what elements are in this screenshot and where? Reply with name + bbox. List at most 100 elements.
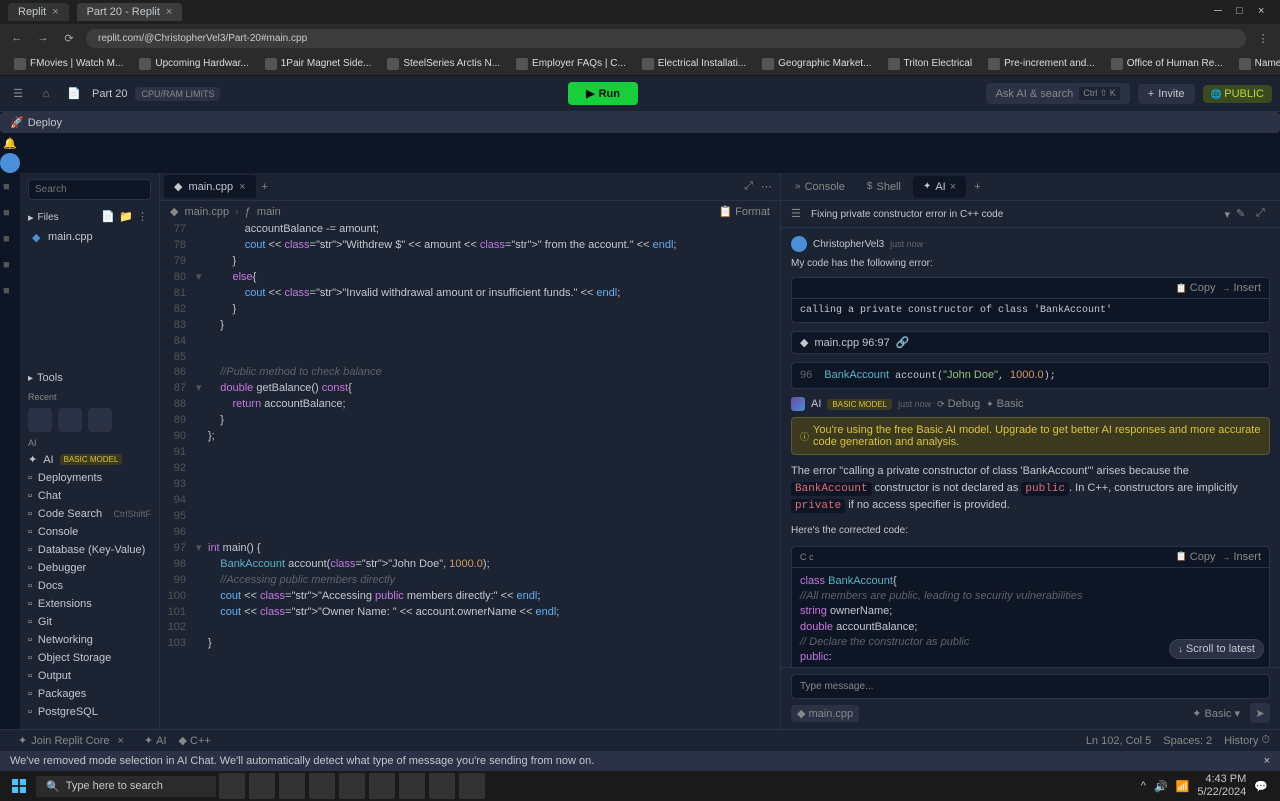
tool-item[interactable]: ▫Debugger (20, 559, 159, 577)
file-item[interactable]: ◆main.cpp (20, 228, 159, 246)
mode-selector[interactable]: ✦ Basic ▾ (1192, 707, 1240, 720)
cpu-badge[interactable]: CPU/RAM LIMITS (135, 87, 220, 101)
file-search-input[interactable] (28, 179, 151, 200)
taskbar-app[interactable] (429, 773, 455, 799)
taskbar-search[interactable]: 🔍 Type here to search (36, 776, 216, 797)
copy-button[interactable]: 📋 Copy (1176, 551, 1216, 563)
recent-tool[interactable] (28, 408, 52, 432)
bookmark[interactable]: FMovies | Watch M... (8, 56, 129, 72)
insert-button[interactable]: → Insert (1221, 551, 1261, 563)
forward-icon[interactable]: → (34, 29, 52, 47)
tool-item[interactable]: ▫Database (Key-Value) (20, 541, 159, 559)
tab-ai[interactable]: ✦ AI × (913, 176, 966, 198)
close-icon[interactable]: × (166, 6, 172, 18)
activity-icon[interactable]: ■ (3, 259, 17, 273)
menu-icon[interactable]: ☰ (791, 207, 805, 221)
tool-item[interactable]: ▫Console (20, 523, 159, 541)
tool-item[interactable]: ▫Networking (20, 631, 159, 649)
new-file-icon[interactable]: 📄 (101, 210, 115, 224)
tool-item[interactable]: ▫Packages (20, 685, 159, 703)
deploy-button[interactable]: 🚀 Deploy (0, 112, 1280, 133)
code-editor[interactable]: 77 accountBalance -= amount;78 cout << c… (160, 222, 780, 729)
tool-item[interactable]: ▫Git (20, 613, 159, 631)
status-lang[interactable]: ◆ C++ (179, 734, 211, 747)
search-input[interactable]: Ask AI & searchCtrl ⇧ K (986, 83, 1130, 104)
tab-console[interactable]: » Console (785, 176, 855, 198)
taskbar-app[interactable] (249, 773, 275, 799)
bookmark[interactable]: Name Determinatio... (1233, 56, 1280, 72)
tool-item[interactable]: ▫Chat (20, 487, 159, 505)
upgrade-banner[interactable]: ⓘ You're using the free Basic AI model. … (791, 417, 1270, 455)
bookmark[interactable]: 1Pair Magnet Side... (259, 56, 378, 72)
context-file[interactable]: ◆ main.cpp (791, 705, 859, 722)
taskbar-app[interactable] (219, 773, 245, 799)
recent-tool[interactable] (58, 408, 82, 432)
chat-input[interactable]: Type message... (791, 674, 1270, 699)
new-folder-icon[interactable]: 📁 (119, 210, 133, 224)
format-button[interactable]: 📋 Format (718, 205, 770, 218)
close-icon[interactable]: × (239, 181, 245, 193)
bookmark[interactable]: SteelSeries Arctis N... (381, 56, 506, 72)
taskbar-app[interactable] (459, 773, 485, 799)
cursor-position[interactable]: Ln 102, Col 5 (1086, 735, 1151, 747)
activity-icon[interactable]: ■ (3, 181, 17, 195)
join-core-button[interactable]: ✦ Join Replit Core × (10, 732, 132, 749)
reload-icon[interactable]: ⟳ (60, 29, 78, 47)
back-icon[interactable]: ← (8, 29, 26, 47)
avatar[interactable] (0, 153, 20, 173)
bookmark[interactable]: Employer FAQs | C... (510, 56, 632, 72)
bookmark[interactable]: Triton Electrical (882, 56, 979, 72)
start-button[interactable] (4, 773, 34, 799)
new-tab-icon[interactable]: + (968, 181, 986, 193)
more-icon[interactable]: ⋯ (757, 176, 776, 197)
bookmark[interactable]: Geographic Market... (756, 56, 877, 72)
tool-item[interactable]: ▫PostgreSQL (20, 703, 159, 721)
bookmark[interactable]: Office of Human Re... (1105, 56, 1229, 72)
tool-item[interactable]: ▫Extensions (20, 595, 159, 613)
new-tab-icon[interactable]: + (256, 181, 274, 193)
close-icon[interactable]: × (52, 6, 58, 18)
browser-tab[interactable]: Replit× (8, 3, 69, 21)
activity-icon[interactable]: ■ (3, 233, 17, 247)
extensions-icon[interactable]: ⋮ (1254, 29, 1272, 47)
more-icon[interactable]: ⋮ (137, 210, 151, 224)
send-button[interactable]: ➤ (1250, 703, 1270, 723)
taskbar-app[interactable] (369, 773, 395, 799)
expand-icon[interactable]: ⤢ (1256, 207, 1270, 221)
tool-item[interactable]: ▫Output (20, 667, 159, 685)
tool-item[interactable]: ▫Deployments (20, 469, 159, 487)
debug-button[interactable]: ⟳ Debug (937, 398, 980, 410)
tab-shell[interactable]: $ Shell (857, 176, 911, 198)
insert-button[interactable]: → Insert (1221, 282, 1261, 294)
visibility-badge[interactable]: 🌐 PUBLIC (1203, 85, 1272, 103)
editor-tab[interactable]: ◆main.cpp× (164, 175, 256, 198)
history-button[interactable]: History ⏱ (1224, 734, 1270, 747)
invite-button[interactable]: + Invite (1138, 84, 1195, 104)
tools-header[interactable]: ▸ Tools (20, 366, 159, 390)
copy-button[interactable]: 📋 Copy (1176, 282, 1216, 294)
home-icon[interactable]: ⌂ (36, 84, 56, 104)
close-icon[interactable]: × (1258, 5, 1272, 19)
taskbar-app[interactable] (339, 773, 365, 799)
expand-icon[interactable]: ⤢ (740, 176, 757, 197)
minimize-icon[interactable]: ─ (1214, 5, 1228, 19)
tool-item[interactable]: ▫Docs (20, 577, 159, 595)
new-chat-icon[interactable]: ✎ (1236, 207, 1250, 221)
taskbar-app[interactable] (279, 773, 305, 799)
activity-icon[interactable]: ■ (3, 207, 17, 221)
tool-ai[interactable]: ✦AI BASIC MODEL (20, 450, 159, 469)
basic-button[interactable]: ✦ Basic (986, 398, 1023, 410)
menu-icon[interactable]: ☰ (8, 84, 28, 104)
close-icon[interactable]: × (1264, 755, 1270, 767)
scroll-latest-button[interactable]: ↓ Scroll to latest (1169, 639, 1264, 659)
file-reference[interactable]: ◆main.cpp 96:97🔗 (791, 331, 1270, 354)
bookmark[interactable]: Electrical Installati... (636, 56, 752, 72)
taskbar-app[interactable] (399, 773, 425, 799)
activity-icon[interactable]: ■ (3, 285, 17, 299)
bookmark[interactable]: Upcoming Hardwar... (133, 56, 254, 72)
recent-tool[interactable] (88, 408, 112, 432)
maximize-icon[interactable]: □ (1236, 5, 1250, 19)
bookmark[interactable]: Pre-increment and... (982, 56, 1101, 72)
taskbar-app[interactable] (309, 773, 335, 799)
notifications-icon[interactable]: 🔔 (0, 133, 20, 153)
